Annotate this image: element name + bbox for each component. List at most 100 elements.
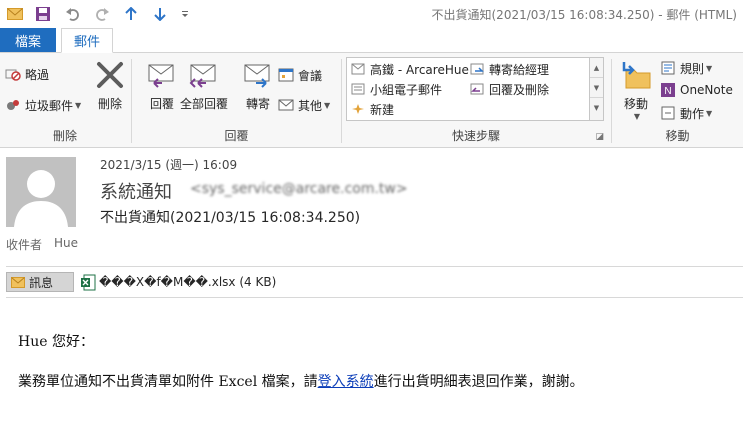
forward-button[interactable]: 轉寄: [240, 59, 276, 112]
delete-icon: [92, 59, 128, 91]
quick-steps-label: 快速步驟: [451, 129, 500, 143]
scroll-up-icon[interactable]: ▲: [590, 58, 603, 78]
respond-group-label: 回覆: [224, 129, 249, 143]
body-text-before-link: 業務單位通知不出貨清單如附件 Excel 檔案，請: [18, 374, 318, 390]
reply-label: 回覆: [149, 97, 174, 111]
reply-icon: [144, 59, 180, 91]
onenote-icon: N: [660, 82, 676, 98]
actions-button[interactable]: 動作 ▼: [660, 103, 712, 123]
junk-label: 垃圾郵件: [25, 98, 74, 113]
person-icon: [14, 170, 68, 227]
respond-group: 回覆 全部回覆 轉寄 會議 其他 ▼ 回覆: [132, 53, 341, 147]
body-paragraph: 業務單位通知不出貨清單如附件 Excel 檔案，請登入系統進行出貨明細表退回作業…: [18, 371, 584, 391]
quick-step-item[interactable]: 小組電子郵件: [350, 80, 442, 98]
quick-step-label: 小組電子郵件: [370, 82, 443, 97]
move-group-label: 移動: [665, 129, 690, 143]
rules-button[interactable]: 規則 ▼: [660, 58, 712, 78]
junk-icon: [5, 97, 21, 113]
reply-delete-icon: [469, 82, 485, 96]
sender-email[interactable]: <sys_service@arcare.com.tw>: [190, 181, 408, 197]
chevron-down-icon: ▼: [706, 108, 713, 118]
redo-icon[interactable]: [93, 5, 111, 23]
create-new-icon: [350, 102, 366, 116]
quick-steps-gallery: 高鐵 - ArcareHue 轉寄給經理 小組電子郵件 回覆及刪除 新建 ▲ ▼…: [346, 57, 604, 121]
tab-file[interactable]: 檔案: [0, 28, 56, 53]
window-title: 不出貨通知(2021/03/15 16:08:34.250) - 郵件 (HTM…: [431, 8, 738, 22]
delete-button[interactable]: 刪除: [92, 59, 128, 112]
ignore-label: 略過: [25, 67, 50, 82]
team-email-icon: [350, 82, 366, 96]
move-label: 移動: [623, 97, 648, 111]
quick-step-label: 高鐵 - ArcareHue: [370, 62, 469, 77]
tab-message[interactable]: 郵件: [61, 28, 113, 53]
train-icon: [350, 62, 366, 76]
more-label: 其他: [298, 98, 323, 113]
quick-step-label: 轉寄給經理: [489, 62, 550, 77]
ignore-icon: [5, 66, 21, 82]
ribbon-tabs: 檔案 郵件: [0, 28, 743, 53]
reply-all-icon: [186, 59, 222, 91]
reply-all-button[interactable]: 全部回覆: [180, 59, 228, 112]
down-arrow-icon[interactable]: [151, 5, 169, 23]
onenote-button[interactable]: N OneNote: [660, 80, 733, 100]
quick-steps-scrollbar[interactable]: ▲ ▼ ▼: [589, 58, 603, 120]
actions-label: 動作: [680, 106, 705, 121]
meeting-label: 會議: [298, 68, 323, 83]
sent-date: 2021/3/15 (週一) 16:09: [100, 158, 238, 172]
message-tab[interactable]: 訊息: [6, 272, 74, 292]
chevron-down-icon: ▼: [706, 63, 713, 73]
reply-button[interactable]: 回覆: [144, 59, 180, 112]
mail-icon[interactable]: [6, 5, 24, 23]
title-bar: 不出貨通知(2021/03/15 16:08:34.250) - 郵件 (HTM…: [0, 0, 743, 28]
quick-step-item[interactable]: 高鐵 - ArcareHue: [350, 60, 469, 78]
quick-step-label: 回覆及刪除: [489, 82, 550, 97]
message-tab-label: 訊息: [29, 275, 54, 290]
svg-text:N: N: [664, 86, 671, 97]
avatar: [6, 157, 76, 227]
quick-step-item[interactable]: 新建: [350, 100, 394, 118]
delete-label: 刪除: [97, 97, 122, 111]
expand-gallery-icon[interactable]: ▼: [590, 98, 603, 118]
more-icon: [278, 97, 294, 113]
forward-icon: [240, 59, 276, 91]
chevron-down-icon: ▼: [324, 100, 331, 110]
move-group: 移動 ▼ 規則 ▼ N OneNote 動作 ▼ 移動: [612, 53, 743, 147]
ribbon: 略過 垃圾郵件 ▼ 刪除 刪除 回覆 全部回覆 轉寄 會議 其他 ▼ 回覆 快速…: [0, 53, 743, 148]
junk-button[interactable]: 垃圾郵件 ▼: [5, 95, 81, 115]
rules-label: 規則: [680, 61, 705, 76]
recipient-name[interactable]: Hue: [54, 236, 78, 250]
move-button[interactable]: 移動 ▼: [618, 59, 654, 121]
chevron-down-icon: ▼: [75, 100, 82, 110]
forward-to-manager-icon: [469, 62, 485, 76]
meeting-icon: [278, 67, 294, 83]
recipient-label: 收件者: [6, 238, 43, 252]
delete-group: 略過 垃圾郵件 ▼ 刪除 刪除: [0, 53, 130, 147]
chevron-down-icon: ▼: [633, 112, 641, 121]
quick-step-label: 新建: [370, 102, 395, 117]
header-divider: [6, 266, 743, 267]
quick-step-item[interactable]: 回覆及刪除: [469, 80, 549, 98]
up-arrow-icon[interactable]: [122, 5, 140, 23]
sender-name[interactable]: 系統通知: [100, 178, 172, 204]
dialog-launcher-icon[interactable]: ◪: [595, 132, 604, 142]
onenote-label: OneNote: [680, 83, 733, 97]
ignore-button[interactable]: 略過: [5, 64, 49, 84]
rules-icon: [660, 60, 676, 76]
envelope-icon: [11, 276, 25, 288]
scroll-down-icon[interactable]: ▼: [590, 78, 603, 98]
quick-step-item[interactable]: 轉寄給經理: [469, 60, 549, 78]
reply-all-label: 全部回覆: [180, 97, 229, 111]
save-icon[interactable]: [34, 5, 52, 23]
delete-group-label: 刪除: [52, 129, 77, 143]
move-folder-icon: [618, 59, 654, 91]
attachment-name: ���X�f�M��.xlsx (4 KB): [99, 275, 277, 289]
meeting-button[interactable]: 會議: [278, 65, 322, 85]
body-text-after-link: 進行出貨明細表退回作業，謝謝。: [373, 374, 584, 390]
attachment-file[interactable]: ���X�f�M��.xlsx (4 KB): [80, 272, 276, 292]
undo-icon[interactable]: [64, 5, 82, 23]
more-button[interactable]: 其他 ▼: [278, 95, 330, 115]
actions-icon: [660, 105, 676, 121]
customize-icon[interactable]: [176, 5, 194, 23]
login-link[interactable]: 登入系統: [318, 374, 374, 390]
body-greeting: Hue 您好：: [18, 334, 94, 350]
